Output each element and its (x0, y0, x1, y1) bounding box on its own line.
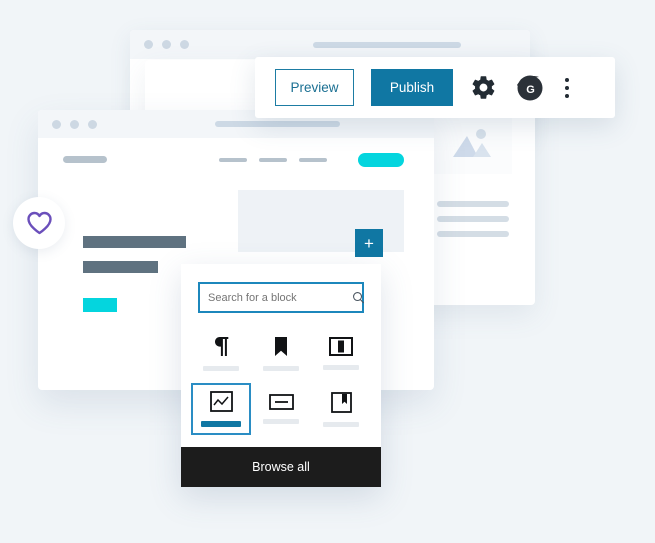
kebab-dot (565, 93, 569, 98)
nav-link-placeholder[interactable] (299, 158, 327, 162)
block-inserter-popover: Browse all (181, 264, 381, 487)
gravatar-avatar-icon: G (517, 75, 543, 100)
block-label-placeholder (201, 421, 241, 427)
browse-all-button[interactable]: Browse all (181, 447, 381, 487)
heading-bar-placeholder (83, 236, 186, 248)
cta-button-placeholder[interactable] (83, 298, 117, 312)
block-type-grid (181, 321, 381, 447)
window-minimize-dot (162, 40, 171, 49)
block-item-heading[interactable] (251, 327, 311, 379)
framed-bookmark-icon (330, 391, 352, 413)
illustration-stage: + Preview Publish G Search for a block B… (0, 0, 655, 543)
text-line (437, 201, 509, 207)
block-item-button[interactable] (251, 383, 311, 435)
subheading-bar-placeholder (83, 261, 158, 273)
window-titlebar (130, 30, 530, 59)
button-icon (268, 394, 294, 410)
text-lines-placeholder (437, 201, 509, 246)
block-label-placeholder (323, 421, 359, 427)
more-options-button[interactable] (565, 77, 569, 98)
editor-toolbar: Preview Publish G (255, 57, 615, 118)
site-nav-links (219, 158, 327, 162)
search-input[interactable] (200, 290, 352, 305)
nav-cta-button-placeholder[interactable] (358, 153, 404, 167)
image-placeholder-block (432, 112, 512, 174)
paragraph-icon (214, 336, 228, 356)
nav-link-placeholder[interactable] (259, 158, 287, 162)
window-close-dot (52, 119, 61, 129)
block-label-placeholder (263, 419, 299, 424)
nav-link-placeholder[interactable] (219, 158, 247, 162)
gear-icon (472, 76, 495, 99)
window-minimize-dot (70, 119, 79, 129)
address-bar-placeholder (313, 41, 461, 48)
window-maximize-dot (180, 40, 189, 49)
plus-icon: + (364, 233, 374, 253)
columns-icon (329, 336, 353, 356)
avatar[interactable]: G (514, 72, 546, 104)
heading-bookmark-icon (275, 336, 287, 356)
site-logo-placeholder (63, 156, 107, 163)
block-item-framed-bookmark[interactable] (311, 383, 371, 435)
search-icon (352, 291, 365, 304)
publish-button[interactable]: Publish (371, 69, 453, 106)
image-icon (209, 391, 233, 412)
block-item-image[interactable] (191, 383, 251, 435)
window-close-dot (144, 40, 153, 49)
preview-button[interactable]: Preview (275, 69, 354, 106)
inserter-search-wrap (181, 264, 381, 321)
block-label-placeholder (263, 365, 299, 371)
add-block-button[interactable]: + (355, 229, 383, 257)
svg-text:G: G (526, 84, 535, 96)
block-item-paragraph[interactable] (191, 327, 251, 379)
block-label-placeholder (203, 365, 239, 371)
settings-button[interactable] (470, 74, 497, 101)
search-field[interactable] (198, 282, 365, 313)
heart-badge (13, 197, 65, 249)
window-controls (144, 40, 189, 49)
text-line (437, 216, 509, 222)
block-item-columns[interactable] (311, 327, 371, 379)
window-controls (52, 119, 97, 129)
heart-icon (26, 211, 52, 235)
kebab-dot (565, 85, 569, 90)
address-bar-placeholder (215, 121, 340, 127)
kebab-dot (565, 77, 569, 82)
block-label-placeholder (323, 364, 359, 370)
window-maximize-dot (88, 119, 97, 129)
text-line (437, 231, 509, 237)
image-placeholder-icon (453, 129, 491, 157)
